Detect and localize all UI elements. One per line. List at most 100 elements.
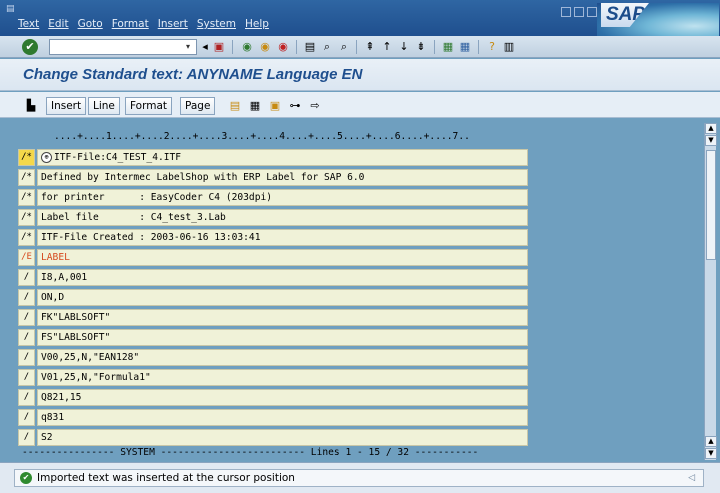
vertical-scrollbar[interactable]: ▲ ▼ ▲ ▼	[704, 123, 717, 460]
line-text[interactable]: I8,A,001	[37, 269, 528, 286]
forward-icon[interactable]: ⇨	[306, 97, 324, 115]
format-column[interactable]: /	[18, 349, 35, 366]
format-column[interactable]: /*	[18, 169, 35, 186]
menu-edit[interactable]: Edit	[48, 18, 68, 30]
exit-icon[interactable]: ◉	[258, 40, 272, 54]
status-message-field[interactable]: ✔ Imported text was inserted at the curs…	[14, 469, 704, 487]
format-column[interactable]: /*	[18, 209, 35, 226]
format-button[interactable]: Format	[125, 97, 173, 115]
line-text[interactable]: q831	[37, 409, 528, 426]
customize-layout-icon[interactable]: ▥	[502, 40, 516, 54]
close-button[interactable]	[587, 7, 597, 17]
system-menu-icon[interactable]: ▤	[6, 4, 16, 14]
insert-button[interactable]: Insert	[46, 97, 87, 115]
line-button[interactable]: Line	[88, 97, 120, 115]
editor-line[interactable]: /* Label file : C4_test_3.Lab	[18, 209, 528, 227]
save-icon[interactable]: ▣	[212, 40, 226, 54]
format-column[interactable]: /*	[18, 229, 35, 246]
line-text[interactable]: Defined by Intermec LabelShop with ERP L…	[37, 169, 528, 186]
menu-insert[interactable]: Insert	[158, 18, 188, 30]
format-column[interactable]: /	[18, 289, 35, 306]
page-button[interactable]: Page	[180, 97, 216, 115]
line-text[interactable]: Q821,15	[37, 389, 528, 406]
line-text[interactable]: LABEL	[37, 249, 528, 266]
shortcut-icon[interactable]: ▦	[458, 40, 472, 54]
success-check-icon: ✔	[20, 472, 32, 484]
back-icon[interactable]: ◉	[240, 40, 254, 54]
editor-line[interactable]: / V01,25,N,"Formula1"	[18, 369, 528, 387]
cancel-icon[interactable]: ◉	[276, 40, 290, 54]
find-icon[interactable]: ⌕	[320, 40, 334, 54]
editor-line[interactable]: /* ITF-File Created : 2003-06-16 13:03:4…	[18, 229, 528, 247]
find-next-icon[interactable]: ⌕	[337, 40, 351, 54]
line-text[interactable]: ITF-File Created : 2003-06-16 13:03:41	[37, 229, 528, 246]
create-session-icon[interactable]: ▦	[441, 40, 455, 54]
format-column[interactable]: /	[18, 329, 35, 346]
menu-help[interactable]: Help	[245, 18, 269, 30]
format-column[interactable]: /	[18, 309, 35, 326]
editor-line[interactable]: /* ⊕ ITF-File:C4_TEST_4.ITF	[18, 149, 528, 167]
first-page-icon[interactable]: ⇞	[363, 40, 377, 54]
last-page-icon[interactable]: ⇟	[414, 40, 428, 54]
system-line-counter: ---------------- SYSTEM ----------------…	[22, 447, 479, 458]
editor-line[interactable]: / Q821,15	[18, 389, 528, 407]
format-column[interactable]: /	[18, 429, 35, 446]
editor-line[interactable]: / S2	[18, 429, 528, 447]
page-up-icon[interactable]: ▼	[705, 135, 717, 146]
menu-text[interactable]: Text	[18, 18, 39, 30]
format-column[interactable]: /	[18, 369, 35, 386]
format-column[interactable]: /	[18, 409, 35, 426]
line-text[interactable]: FS"LABLSOFT"	[37, 329, 528, 346]
format-column[interactable]: /*	[18, 149, 35, 166]
copy-icon[interactable]: ▣	[266, 97, 284, 115]
window-buttons	[561, 7, 597, 17]
minimize-button[interactable]	[561, 7, 571, 17]
line-text[interactable]: ON,D	[37, 289, 528, 306]
line-text[interactable]: for printer : EasyCoder C4 (203dpi)	[37, 189, 528, 206]
status-expand-icon[interactable]: ◁	[688, 473, 695, 483]
menu-goto[interactable]: Goto	[78, 18, 103, 30]
scroll-up-icon[interactable]: ▲	[705, 123, 717, 134]
screen-title-bar: Change Standard text: ANYNAME Language E…	[0, 59, 720, 91]
editor-line[interactable]: /* Defined by Intermec LabelShop with ER…	[18, 169, 528, 187]
command-history-icon[interactable]: ▾	[182, 40, 194, 54]
split-icon[interactable]: ▦	[246, 97, 264, 115]
scroll-thumb[interactable]	[706, 150, 716, 260]
print-icon[interactable]: ▤	[303, 40, 317, 54]
maximize-button[interactable]	[574, 7, 584, 17]
hierarchy-icon[interactable]: ⊶	[286, 97, 304, 115]
editor-line[interactable]: /E LABEL	[18, 249, 528, 267]
editor-line[interactable]: / V00,25,N,"EAN128"	[18, 349, 528, 367]
editor-line[interactable]: / FK"LABLSOFT"	[18, 309, 528, 327]
menu-format[interactable]: Format	[112, 18, 149, 30]
enter-check-icon[interactable]: ✔	[22, 39, 38, 55]
line-text[interactable]: ⊕ ITF-File:C4_TEST_4.ITF	[37, 149, 528, 166]
editor-line[interactable]: / FS"LABLSOFT"	[18, 329, 528, 347]
column-ruler: ....+....1....+....2....+....3....+....4…	[54, 131, 470, 142]
line-text[interactable]: FK"LABLSOFT"	[37, 309, 528, 326]
menu-system[interactable]: System	[197, 18, 236, 30]
editor-line[interactable]: / I8,A,001	[18, 269, 528, 287]
line-text[interactable]: V01,25,N,"Formula1"	[37, 369, 528, 386]
scroll-down-icon[interactable]: ▼	[705, 448, 717, 459]
next-page-icon[interactable]: ↓	[397, 40, 411, 54]
previous-page-icon[interactable]: ↑	[380, 40, 394, 54]
format-column[interactable]: /*	[18, 189, 35, 206]
page-down-icon[interactable]: ▲	[705, 436, 717, 447]
editor-line[interactable]: /* for printer : EasyCoder C4 (203dpi)	[18, 189, 528, 207]
editor-switch-icon[interactable]: ▙	[22, 97, 40, 115]
line-text[interactable]: Label file : C4_test_3.Lab	[37, 209, 528, 226]
line-text[interactable]: S2	[37, 429, 528, 446]
text-editor[interactable]: ....+....1....+....2....+....3....+....4…	[0, 119, 720, 462]
command-field[interactable]	[49, 39, 197, 55]
paste-icon[interactable]: ▤	[226, 97, 244, 115]
application-toolbar: ▙ Insert Line Format Page ▤ ▦ ▣ ⊶ ⇨	[0, 92, 720, 118]
line-text[interactable]: V00,25,N,"EAN128"	[37, 349, 528, 366]
help-icon[interactable]: ?	[485, 40, 499, 54]
collapse-arrow-icon[interactable]: ◂	[198, 40, 212, 54]
format-column[interactable]: /E	[18, 249, 35, 266]
format-column[interactable]: /	[18, 389, 35, 406]
editor-line[interactable]: / ON,D	[18, 289, 528, 307]
editor-line[interactable]: / q831	[18, 409, 528, 427]
format-column[interactable]: /	[18, 269, 35, 286]
